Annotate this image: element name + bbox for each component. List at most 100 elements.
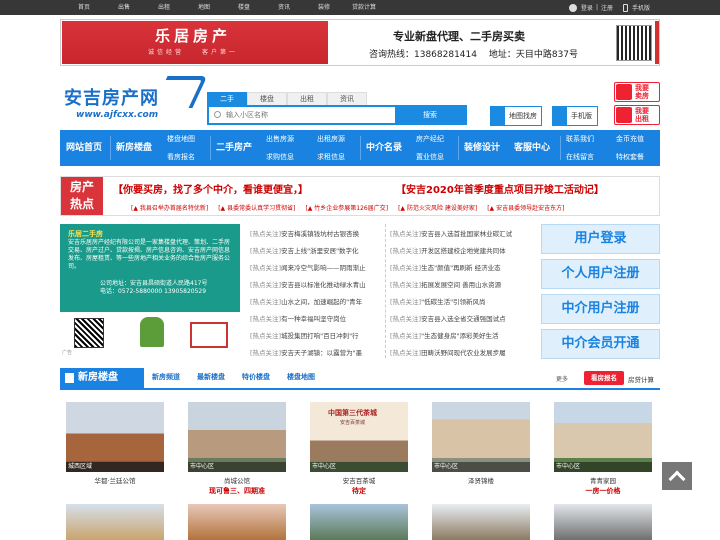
top-separator: | xyxy=(595,4,598,11)
news-item[interactable]: [热点关注]安吉梅溪镇钱坑村古银杏换 xyxy=(250,226,380,243)
property-district: 市中心区 xyxy=(310,462,408,472)
top-banner-ad[interactable]: 乐居房产 诚信经营 客户第一 专业新盘代理、二手房买卖 咨询热线：1386828… xyxy=(60,19,660,66)
view-signup-button[interactable]: 看房报名 xyxy=(584,371,624,385)
property-card[interactable]: 市中心区 青青家园 一房一价格 xyxy=(554,402,652,498)
search-tab-second[interactable]: 二手 xyxy=(207,92,247,105)
property-district: 市中心区 xyxy=(188,462,286,472)
property-card[interactable]: 城西区域 华都·兰廷公馆 xyxy=(66,402,164,498)
tab-estate-map[interactable]: 楼盘地图 xyxy=(287,372,315,382)
news-list-left: [热点关注]安吉梅溪镇钱坑村古银杏换 [热点关注]安吉上线"浙里安居"数字化 [… xyxy=(250,226,380,362)
rent-out-button[interactable]: 我要 出租 xyxy=(614,105,660,125)
nav-agents[interactable]: 中介名录 xyxy=(366,130,402,166)
news-item[interactable]: [热点关注]田畴沃野间现代农业发展步履 xyxy=(390,345,536,362)
nav-newhouse[interactable]: 新房楼盘 xyxy=(116,130,152,166)
sell-house-button[interactable]: 我要 卖房 xyxy=(614,82,660,102)
property-card-row2[interactable] xyxy=(432,504,530,540)
news-item[interactable]: [热点关注]山水之间，加速崛起的"青年 xyxy=(250,294,380,311)
tab-latest[interactable]: 最新楼盘 xyxy=(197,372,225,382)
news-item[interactable]: [热点关注]安吉县以标准化推动绿水青山 xyxy=(250,277,380,294)
top-nav-loan[interactable]: 贷款计算 xyxy=(344,0,384,15)
nav-design[interactable]: 装修设计 xyxy=(464,130,500,166)
news-item[interactable]: [热点关注]"低碳生活"引领新风尚 xyxy=(390,294,536,311)
banner-white-panel: 专业新盘代理、二手房买卖 咨询热线：13868281414 地址：天目中路837… xyxy=(329,21,659,64)
login-link[interactable]: 登录 xyxy=(581,3,593,12)
sell-icon xyxy=(616,84,632,100)
mobile-icon xyxy=(622,3,628,12)
news-title: 安吉天子湖镇：以露营为"墨 xyxy=(281,349,363,357)
news-item[interactable]: [热点关注]安吉天子湖镇：以露营为"墨 xyxy=(250,345,380,362)
news-item[interactable]: [热点关注]拓展发展空间 善用山水资源 xyxy=(390,277,536,294)
news-item[interactable]: [热点关注]开发区搭建校企地党建共同体 xyxy=(390,243,536,260)
search-tab-rent[interactable]: 出租 xyxy=(287,92,327,105)
more-link[interactable]: 更多 xyxy=(556,374,568,383)
top-nav-sale[interactable]: 出售 xyxy=(104,0,144,15)
site-logo[interactable]: 安吉房产网 www.ajfcxx.com xyxy=(64,76,208,124)
news-title: 山水之间，加速崛起的"青年 xyxy=(281,298,363,306)
news-item[interactable]: [热点关注]安吉县入选全省交通强国试点 xyxy=(390,311,536,328)
news-tag: [热点关注] xyxy=(250,264,282,272)
news-title: 闻来冷空气影响——阴雨渐止 xyxy=(281,264,366,272)
property-card[interactable]: 市中心区 尚城公馆 现可鲁三、四期准 xyxy=(188,402,286,498)
user-login-button[interactable]: 用户登录 xyxy=(541,224,660,254)
rent-label-1: 我要 xyxy=(635,107,649,115)
news-divider xyxy=(385,224,386,358)
search-button[interactable]: 搜索 xyxy=(395,107,465,123)
mobile-version-button[interactable]: 手机版 xyxy=(552,106,598,126)
search-area: 二手 楼盘 出租 资讯 搜索 xyxy=(207,92,467,125)
news-tag: [热点关注] xyxy=(250,298,282,306)
hot-link[interactable]: [▲ 县委常委认真学习贯彻省] xyxy=(218,203,295,212)
search-box: 搜索 xyxy=(207,105,467,125)
tab-new-channel[interactable]: 新房频道 xyxy=(152,372,180,382)
headline-2[interactable]: 【安吉2020年首季度重点项目开竣工活动记】 xyxy=(396,181,604,196)
map-search-button[interactable]: 地图找房 xyxy=(490,106,542,126)
nav-service[interactable]: 客服中心 xyxy=(514,130,550,166)
hot-news-label: 房产 热点 xyxy=(61,177,103,215)
property-price: 现可鲁三、四期准 xyxy=(209,487,265,495)
top-nav-news[interactable]: 资讯 xyxy=(264,0,304,15)
agent-register-button[interactable]: 中介用户注册 xyxy=(541,294,660,324)
hot-link[interactable]: [▲ 我县召举办首届名特优新] xyxy=(131,203,208,212)
news-item[interactable]: [热点关注]城投集团打响"百日冲刺"行 xyxy=(250,328,380,345)
news-item[interactable]: [热点关注]安吉县入选首批国家林业碳汇试 xyxy=(390,226,536,243)
logo-url: www.ajfcxx.com xyxy=(76,110,159,120)
hot-link[interactable]: [▲ 竹乡企业参展第126届广交] xyxy=(305,203,388,212)
nav-second-hand[interactable]: 二手房产 xyxy=(216,130,252,166)
news-item[interactable]: [热点关注]安吉上线"浙里安居"数字化 xyxy=(250,243,380,260)
property-card-row2[interactable] xyxy=(188,504,286,540)
agent-vip-button[interactable]: 中介会员开通 xyxy=(541,329,660,359)
mobile-link[interactable]: 手机版 xyxy=(632,3,650,12)
headline-1[interactable]: 【你要买房，找了多个中介，看谁更便宜，】 xyxy=(113,181,308,196)
news-item[interactable]: [热点关注]有一种幸福叫坚守岗位 xyxy=(250,311,380,328)
intro-address: 公司地址：安吉县昌硕街道人民路417号 xyxy=(100,280,208,287)
wechat-ad[interactable]: 广告 xyxy=(60,314,240,358)
news-item[interactable]: [热点关注]闻来冷空气影响——阴雨渐止 xyxy=(250,260,380,277)
property-card[interactable]: 市中心区 泽贤锦楼 xyxy=(432,402,530,498)
property-card-row2[interactable] xyxy=(554,504,652,540)
top-nav-rent[interactable]: 出租 xyxy=(144,0,184,15)
loan-calc-link[interactable]: 房贷计算 xyxy=(628,374,654,384)
main-nav: 网站首页 新房楼盘 楼盘地图 看房报名 二手房产 出售房源 求购信息 出租房源 … xyxy=(60,130,660,166)
banner-slogan: 专业新盘代理、二手房买卖 xyxy=(393,30,525,43)
register-link[interactable]: 注册 xyxy=(601,3,613,12)
back-to-top-button[interactable] xyxy=(662,462,692,490)
search-tab-estates[interactable]: 楼盘 xyxy=(247,92,287,105)
hot-link[interactable]: [▲ 防范火灾风险 建设美好家] xyxy=(398,203,477,212)
search-input[interactable] xyxy=(209,107,395,123)
news-item[interactable]: [热点关注]生态"颜值"再刷新 经济业态 xyxy=(390,260,536,277)
company-intro-ad[interactable]: 乐居二手房 安吉乐居房产经纪有限公司是一家集楼盘代理、策划、二手房交易、房产过户… xyxy=(60,224,240,312)
tab-special-price[interactable]: 特价楼盘 xyxy=(242,372,270,382)
top-nav-decor[interactable]: 装修 xyxy=(304,0,344,15)
property-card[interactable]: 中国第三代茶城 安吉百茶城 市中心区 安吉百茶城 待定 xyxy=(310,402,408,498)
nav-home[interactable]: 网站首页 xyxy=(66,130,102,166)
news-item[interactable]: [热点关注]"生态健身房"添彩美好生活 xyxy=(390,328,536,345)
search-tab-news[interactable]: 资讯 xyxy=(327,92,367,105)
property-card-row2[interactable] xyxy=(66,504,164,540)
property-card-row2[interactable] xyxy=(310,504,408,540)
property-price: 一房一价格 xyxy=(585,487,621,495)
user-register-button[interactable]: 个人用户注册 xyxy=(541,259,660,289)
news-tag: [热点关注] xyxy=(390,247,422,255)
hot-link[interactable]: [▲ 安吉县委领导赴安吉东方] xyxy=(487,203,564,212)
top-nav-estates[interactable]: 楼盘 xyxy=(224,0,264,15)
top-nav-home[interactable]: 首页 xyxy=(64,0,104,15)
top-nav-map[interactable]: 地图 xyxy=(184,0,224,15)
